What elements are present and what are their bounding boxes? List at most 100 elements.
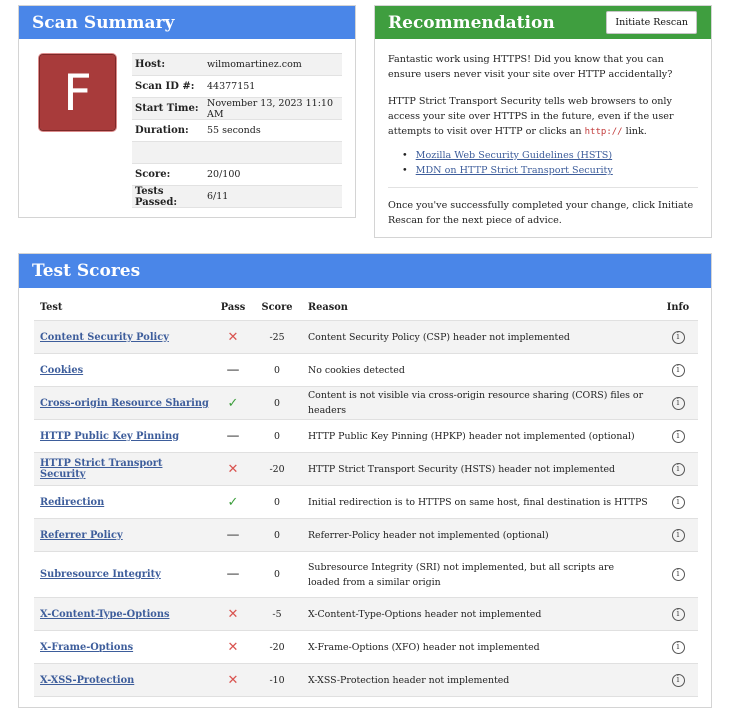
- pass-cell: ✓: [210, 495, 256, 510]
- test-scores-title: Test Scores: [19, 254, 711, 288]
- summary-value: 20/100: [207, 169, 241, 180]
- column-header-reason: Reason: [308, 302, 348, 313]
- dash-icon: —: [226, 362, 240, 378]
- pass-cell: ✕: [210, 640, 256, 655]
- test-scores-table: Test Pass Score Reason Info Content Secu…: [34, 295, 698, 697]
- test-name-link[interactable]: X-XSS-Protection: [40, 675, 134, 686]
- explanation-tail: link.: [622, 126, 647, 137]
- summary-table: Host: wilmomartinez.com Scan ID #: 4437715…: [132, 53, 342, 208]
- column-header-score: Score: [261, 302, 293, 313]
- summary-label: Scan ID #:: [135, 81, 195, 92]
- test-cell: X-Frame-Options: [34, 642, 210, 653]
- table-row: HTTP Public Key Pinning — 0 HTTP Public Key…: [34, 420, 698, 453]
- info-icon[interactable]: i: [671, 607, 685, 621]
- info-icon[interactable]: i: [671, 673, 685, 687]
- test-name-link[interactable]: Subresource Integrity: [40, 569, 161, 580]
- summary-label: Start Time:: [135, 103, 199, 114]
- test-name-link[interactable]: X-Content-Type-Options: [40, 609, 169, 620]
- table-row: X-Content-Type-Options ✕ -5 X-Content-Type-…: [34, 598, 698, 631]
- info-icon[interactable]: i: [671, 429, 685, 443]
- summary-value: 55 seconds: [207, 125, 261, 136]
- recommendation-panel: Recommendation Initiate Rescan Fantastic…: [374, 5, 712, 238]
- score-cell: 0: [274, 529, 280, 541]
- info-cell: i: [658, 330, 698, 344]
- test-name-link[interactable]: Content Security Policy: [40, 332, 169, 343]
- info-icon[interactable]: i: [671, 396, 685, 410]
- test-cell: X-XSS-Protection: [34, 675, 210, 686]
- test-cell: Cookies: [34, 365, 210, 376]
- pass-cell: ✕: [210, 607, 256, 622]
- summary-row-tests-passed: Tests Passed: 6/11: [132, 186, 342, 208]
- cross-icon: ✕: [227, 672, 239, 688]
- summary-value: 6/11: [207, 191, 229, 202]
- check-icon: ✓: [227, 395, 239, 411]
- test-cell: Referrer Policy: [34, 530, 210, 541]
- dash-icon: —: [226, 567, 240, 582]
- dash-icon: —: [226, 527, 240, 543]
- info-cell: i: [658, 429, 698, 443]
- info-icon[interactable]: i: [671, 363, 685, 377]
- pass-cell: —: [210, 429, 256, 444]
- scan-summary-panel: Scan Summary F Host: wilmomartinez.com Sc…: [18, 5, 356, 218]
- reason-cell: Subresource Integrity (SRI) not implemen…: [308, 561, 614, 588]
- test-cell: Cross-origin Resource Sharing: [34, 398, 210, 409]
- info-icon[interactable]: i: [671, 330, 685, 344]
- info-icon[interactable]: i: [671, 462, 685, 476]
- http-code: http://: [584, 127, 623, 137]
- pass-cell: ✓: [210, 396, 256, 411]
- cross-icon: ✕: [227, 639, 239, 655]
- table-row: X-XSS-Protection ✕ -10 X-XSS-Protection hea…: [34, 664, 698, 697]
- column-header-pass: Pass: [220, 302, 246, 313]
- test-name-link[interactable]: Referrer Policy: [40, 530, 123, 541]
- reason-cell: Initial redirection is to HTTPS on same …: [308, 496, 648, 508]
- table-row: Content Security Policy ✕ -25 Content Secur…: [34, 321, 698, 354]
- recommendation-title: Recommendation: [388, 12, 555, 33]
- dash-icon: —: [226, 428, 240, 444]
- summary-value: wilmomartinez.com: [207, 59, 302, 70]
- table-row: Cookies — 0 No cookies detected i: [34, 354, 698, 387]
- pass-cell: —: [210, 363, 256, 378]
- summary-row-duration: Duration: 55 seconds: [132, 120, 342, 142]
- column-header-test: Test: [40, 302, 63, 313]
- mdn-hsts-link[interactable]: MDN on HTTP Strict Transport Security: [416, 165, 613, 176]
- test-name-link[interactable]: HTTP Strict Transport Security: [40, 458, 162, 480]
- test-name-link[interactable]: HTTP Public Key Pinning: [40, 431, 179, 442]
- summary-label: Tests Passed:: [135, 185, 178, 208]
- reason-cell: Content is not visible via cross-origin …: [308, 390, 644, 416]
- grade-badge: F: [38, 53, 117, 132]
- summary-value: 44377151: [207, 81, 256, 92]
- test-cell: Content Security Policy: [34, 332, 210, 343]
- table-row: HTTP Strict Transport Security ✕ -20 HTTP S…: [34, 453, 698, 486]
- check-icon: ✓: [227, 494, 239, 510]
- score-cell: 0: [274, 397, 280, 409]
- reason-cell: X-Content-Type-Options header not implem…: [308, 608, 542, 620]
- recommendation-next-steps: Once you've successfully completed your …: [388, 200, 694, 226]
- info-cell: i: [658, 396, 698, 410]
- info-icon[interactable]: i: [671, 495, 685, 509]
- test-cell: Redirection: [34, 497, 210, 508]
- summary-row-start-time: Start Time: November 13, 2023 11:10 AM: [132, 98, 342, 120]
- summary-label: Duration:: [135, 125, 189, 136]
- info-icon[interactable]: i: [671, 640, 685, 654]
- test-scores-panel: Test Scores Test Pass Score Reason Info …: [18, 253, 712, 708]
- reason-cell: HTTP Public Key Pinning (HPKP) header no…: [308, 430, 635, 442]
- list-item: MDN on HTTP Strict Transport Security: [402, 163, 698, 178]
- initiate-rescan-button[interactable]: Initiate Rescan: [606, 11, 697, 34]
- test-name-link[interactable]: Cross-origin Resource Sharing: [40, 398, 209, 409]
- cross-icon: ✕: [227, 329, 239, 345]
- mozilla-guidelines-link[interactable]: Mozilla Web Security Guidelines (HSTS): [416, 150, 612, 161]
- test-name-link[interactable]: Cookies: [40, 365, 83, 376]
- divider: [388, 187, 698, 188]
- recommendation-body: Fantastic work using HTTPS! Did you know…: [375, 39, 711, 228]
- reason-cell: X-XSS-Protection header not implemented: [308, 674, 510, 686]
- info-cell: i: [658, 462, 698, 476]
- info-icon[interactable]: i: [671, 528, 685, 542]
- info-icon[interactable]: i: [671, 568, 685, 581]
- test-name-link[interactable]: Redirection: [40, 497, 104, 508]
- test-name-link[interactable]: X-Frame-Options: [40, 642, 133, 653]
- reason-cell: Referrer-Policy header not implemented (…: [308, 529, 549, 541]
- info-cell: i: [658, 528, 698, 542]
- recommendation-explanation: HTTP Strict Transport Security tells web…: [388, 94, 698, 140]
- summary-row-host: Host: wilmomartinez.com: [132, 54, 342, 76]
- score-cell: -20: [269, 463, 285, 475]
